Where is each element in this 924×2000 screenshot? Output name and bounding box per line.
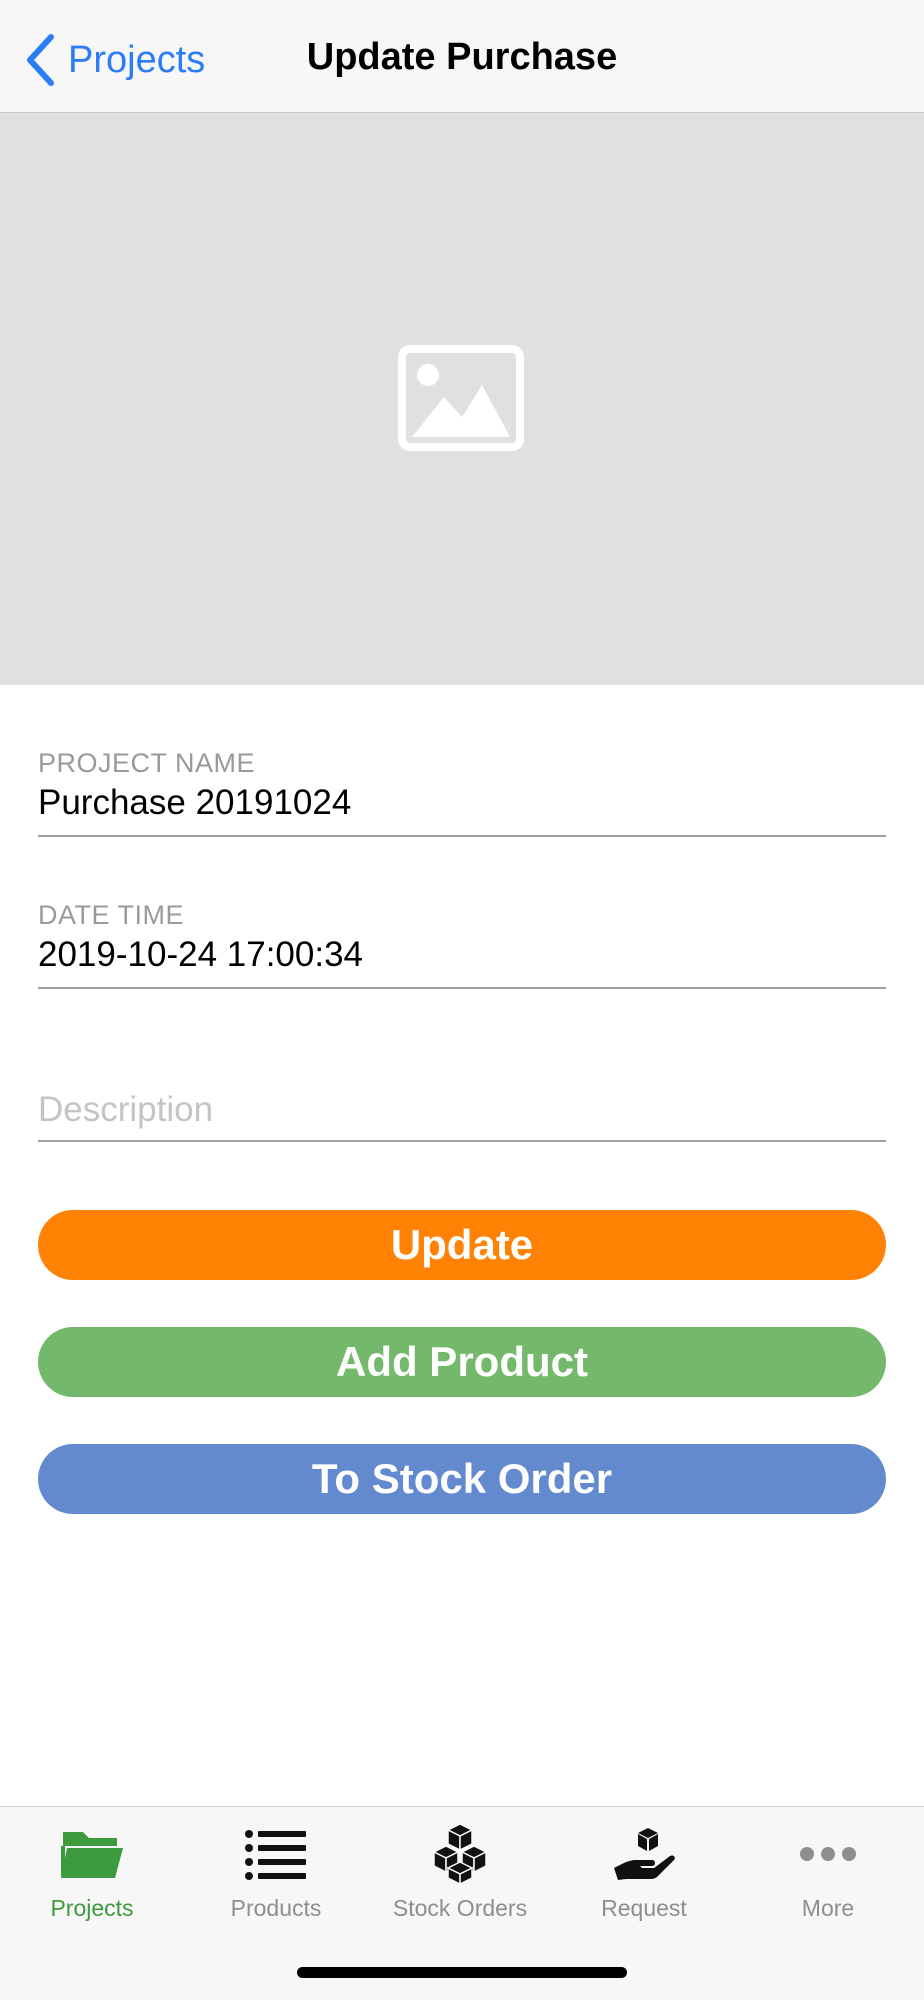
tab-more[interactable]: More bbox=[736, 1821, 920, 1931]
tab-products-label: Products bbox=[230, 1895, 322, 1921]
project-name-field[interactable]: PROJECT NAME Purchase 20191024 bbox=[38, 748, 886, 837]
folder-icon bbox=[59, 1821, 125, 1887]
update-button[interactable]: Update bbox=[38, 1210, 886, 1280]
tab-projects-label: Projects bbox=[50, 1895, 134, 1921]
project-name-value[interactable]: Purchase 20191024 bbox=[38, 783, 886, 835]
tab-stock-orders[interactable]: Stock Orders bbox=[368, 1821, 552, 1931]
tab-projects[interactable]: Projects bbox=[0, 1821, 184, 1931]
more-dots-icon bbox=[795, 1821, 861, 1887]
date-time-label: DATE TIME bbox=[38, 900, 185, 930]
description-input[interactable] bbox=[38, 1090, 886, 1140]
hand-box-icon bbox=[611, 1821, 677, 1887]
home-indicator bbox=[297, 1967, 627, 1978]
project-name-label: PROJECT NAME bbox=[38, 748, 256, 778]
tab-request[interactable]: Request bbox=[552, 1821, 736, 1931]
list-icon bbox=[243, 1821, 309, 1887]
to-stock-order-button[interactable]: To Stock Order bbox=[38, 1444, 886, 1514]
add-product-button-label: Add Product bbox=[336, 1338, 588, 1385]
add-product-button[interactable]: Add Product bbox=[38, 1327, 886, 1397]
to-stock-order-button-label: To Stock Order bbox=[311, 1455, 613, 1502]
update-purchase-screen: Projects Update Purchase PROJECT NAME Pu… bbox=[0, 0, 924, 2000]
update-button-label: Update bbox=[390, 1221, 534, 1268]
tab-request-label: Request bbox=[601, 1895, 687, 1921]
page-title: Update Purchase bbox=[306, 36, 618, 78]
navigation-bar: Projects Update Purchase bbox=[0, 0, 924, 113]
date-time-value[interactable]: 2019-10-24 17:00:34 bbox=[38, 935, 886, 987]
date-time-field[interactable]: DATE TIME 2019-10-24 17:00:34 bbox=[38, 900, 886, 989]
tab-more-label: More bbox=[801, 1895, 855, 1921]
description-field[interactable] bbox=[38, 1090, 886, 1142]
tab-stock-orders-label: Stock Orders bbox=[392, 1895, 528, 1921]
project-image[interactable] bbox=[0, 113, 924, 685]
image-placeholder-icon bbox=[398, 345, 524, 451]
boxes-icon bbox=[427, 1821, 493, 1887]
tab-products[interactable]: Products bbox=[184, 1821, 368, 1931]
